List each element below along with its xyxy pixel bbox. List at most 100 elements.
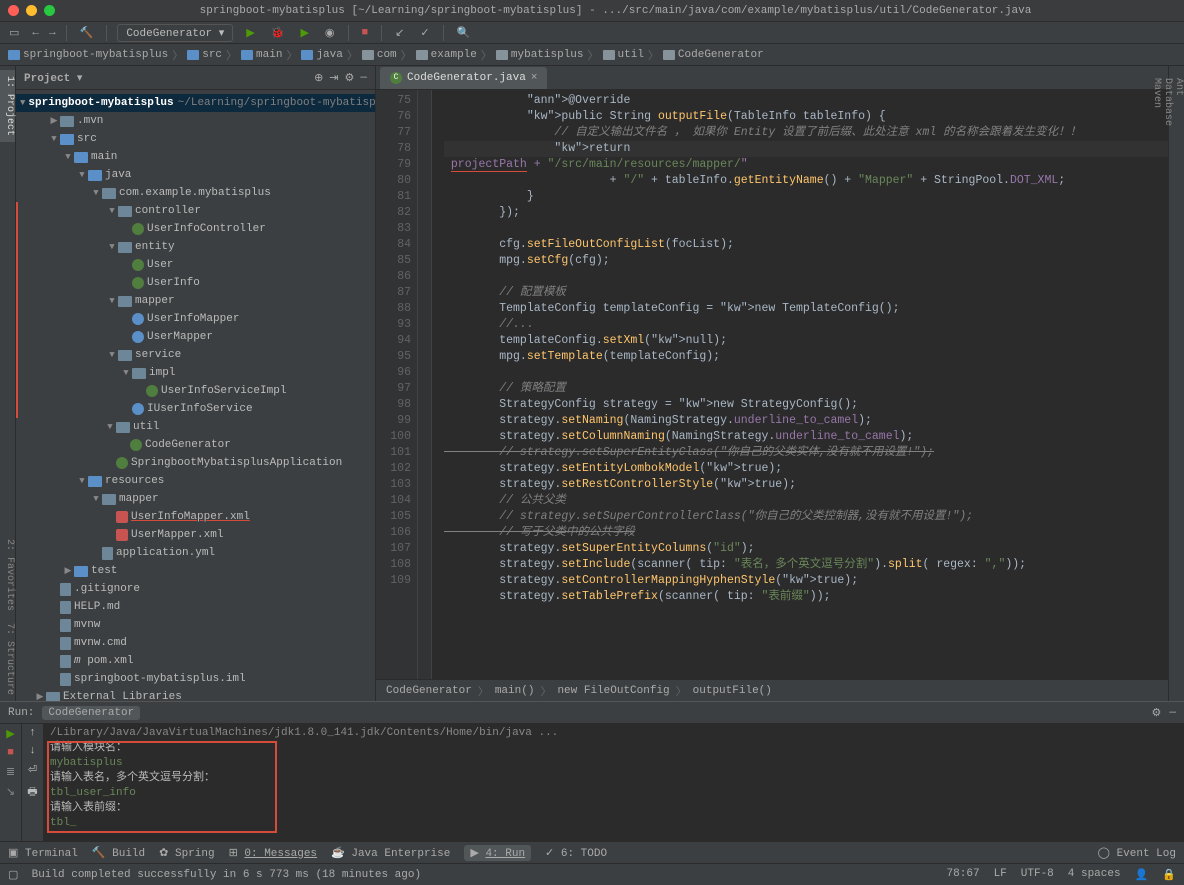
tree-item[interactable]: User <box>16 256 375 274</box>
debug-icon[interactable]: 🐞 <box>268 26 288 40</box>
dump-icon[interactable]: ≣ <box>6 765 15 779</box>
tab-build[interactable]: 🔨 Build <box>92 846 145 860</box>
window-controls[interactable] <box>8 5 55 16</box>
wrap-icon[interactable]: ⏎ <box>28 763 37 777</box>
tree-item[interactable]: mvnw <box>16 616 375 634</box>
crumb-item[interactable]: main() <box>495 685 535 697</box>
breadcrumb-item[interactable]: springboot-mybatisplus <box>8 49 168 61</box>
tree-root[interactable]: ▼springboot-mybatisplus~/Learning/spring… <box>16 94 375 112</box>
tab-database[interactable]: Database <box>1162 72 1173 701</box>
tree-item[interactable]: ▼mapper <box>16 490 375 508</box>
encoding[interactable]: UTF-8 <box>1021 868 1054 882</box>
crumb-item[interactable]: outputFile() <box>693 685 772 697</box>
line-gutter[interactable]: 7576777879808182838485868788939495969798… <box>376 90 418 679</box>
breadcrumb-item[interactable]: example <box>416 49 477 61</box>
profile-icon[interactable]: ◉ <box>322 26 338 40</box>
tree-item[interactable]: ▶.mvn <box>16 112 375 130</box>
tree-item[interactable]: ▼util <box>16 418 375 436</box>
tree-item[interactable]: ▼main <box>16 148 375 166</box>
tree-item[interactable]: UserInfoServiceImpl <box>16 382 375 400</box>
project-tree[interactable]: ▼springboot-mybatisplus~/Learning/spring… <box>16 90 375 701</box>
tree-item[interactable]: ▼java <box>16 166 375 184</box>
code-editor[interactable]: 7576777879808182838485868788939495969798… <box>376 90 1168 679</box>
breadcrumb-item[interactable]: mybatisplus <box>496 49 584 61</box>
coverage-icon[interactable]: ▶ <box>297 26 311 40</box>
breadcrumb-item[interactable]: java <box>301 49 342 61</box>
stop-icon[interactable]: ■ <box>359 27 372 39</box>
gear-icon[interactable]: ⚙ <box>1152 706 1162 720</box>
tree-item[interactable]: UserInfoMapper <box>16 310 375 328</box>
nav-fwd-icon[interactable]: → <box>49 27 56 39</box>
run-icon[interactable]: ▶ <box>243 26 257 40</box>
tree-item[interactable]: ▼resources <box>16 472 375 490</box>
zoom-icon[interactable] <box>44 5 55 16</box>
view-select[interactable]: Project ▾ <box>24 71 82 85</box>
close-icon[interactable] <box>8 5 19 16</box>
tree-item[interactable]: .gitignore <box>16 580 375 598</box>
rerun-icon[interactable]: ▶ <box>6 727 14 741</box>
collapse-icon[interactable]: ⇥ <box>329 71 338 85</box>
tree-item[interactable]: ▶External Libraries <box>16 688 375 701</box>
tree-item[interactable]: mvnw.cmd <box>16 634 375 652</box>
tree-item[interactable]: ▼impl <box>16 364 375 382</box>
event-log[interactable]: ◯ Event Log <box>1098 846 1176 860</box>
indent[interactable]: 4 spaces <box>1068 868 1121 882</box>
lock-icon[interactable]: 🔒 <box>1162 868 1176 882</box>
tree-item[interactable]: ▼com.example.mybatisplus <box>16 184 375 202</box>
breadcrumb-item[interactable]: CodeGenerator <box>663 49 764 61</box>
code-content[interactable]: "ann">@Override "kw">public String outpu… <box>432 90 1168 679</box>
tab-terminal[interactable]: ▣ Terminal <box>8 846 78 860</box>
tab-spring[interactable]: ✿ Spring <box>159 846 214 860</box>
tree-item[interactable]: ▼src <box>16 130 375 148</box>
locate-icon[interactable]: ⊕ <box>314 71 323 85</box>
tab-todo[interactable]: ✓ 6: TODO <box>545 846 607 860</box>
tree-item[interactable]: ▼mapper <box>16 292 375 310</box>
run-config-select[interactable]: CodeGenerator ▾ <box>117 24 233 42</box>
nav-back-icon[interactable]: ← <box>32 27 39 39</box>
console-output[interactable]: /Library/Java/JavaVirtualMachines/jdk1.8… <box>44 724 1184 841</box>
editor-breadcrumb[interactable]: CodeGenerator〉main()〉new FileOutConfig〉o… <box>376 679 1168 701</box>
tab-structure[interactable]: 7: Structure <box>0 617 15 701</box>
tree-item[interactable]: ▼controller <box>16 202 375 220</box>
tab-run[interactable]: ▶ 4: Run <box>464 845 531 861</box>
tree-item[interactable]: UserInfoMapper.xml <box>16 508 375 526</box>
tree-item[interactable]: SpringbootMybatisplusApplication <box>16 454 375 472</box>
editor-tab[interactable]: C CodeGenerator.java × <box>380 67 547 89</box>
navigation-breadcrumb[interactable]: springboot-mybatisplus〉src〉main〉java〉com… <box>0 44 1184 66</box>
up-icon[interactable]: ↑ <box>29 727 36 739</box>
breadcrumb-item[interactable]: src <box>187 49 222 61</box>
tree-item[interactable]: CodeGenerator <box>16 436 375 454</box>
tab-favorites[interactable]: 2: Favorites <box>0 533 15 617</box>
inspect-icon[interactable]: 👤 <box>1135 868 1149 882</box>
tree-item[interactable]: UserMapper <box>16 328 375 346</box>
tree-item[interactable]: UserMapper.xml <box>16 526 375 544</box>
print-icon[interactable]: 🖶 <box>27 783 37 802</box>
tree-item[interactable]: m pom.xml <box>16 652 375 670</box>
hide-icon[interactable]: — <box>360 72 367 84</box>
tree-item[interactable]: UserInfo <box>16 274 375 292</box>
stop-icon[interactable]: ■ <box>7 747 14 759</box>
tree-item[interactable]: springboot-mybatisplus.iml <box>16 670 375 688</box>
line-ending[interactable]: LF <box>994 868 1007 882</box>
tree-item[interactable]: ▼entity <box>16 238 375 256</box>
minimize-icon[interactable] <box>26 5 37 16</box>
close-tab-icon[interactable]: × <box>531 72 538 84</box>
crumb-item[interactable]: new FileOutConfig <box>557 685 669 697</box>
tree-item[interactable]: UserInfoController <box>16 220 375 238</box>
tab-java-ee[interactable]: ☕ Java Enterprise <box>331 846 450 860</box>
tree-item[interactable]: application.yml <box>16 544 375 562</box>
caret-position[interactable]: 78:67 <box>947 868 980 882</box>
breadcrumb-item[interactable]: main <box>241 49 282 61</box>
tree-item[interactable]: IUserInfoService <box>16 400 375 418</box>
tree-item[interactable]: ▼service <box>16 346 375 364</box>
crumb-item[interactable]: CodeGenerator <box>386 685 472 697</box>
vcs-update-icon[interactable]: ↙ <box>392 26 407 40</box>
tree-item[interactable]: ▶test <box>16 562 375 580</box>
tab-messages[interactable]: ⊞ 0: Messages <box>229 846 317 860</box>
breadcrumb-item[interactable]: com <box>362 49 397 61</box>
tab-ant[interactable]: Ant <box>1173 72 1184 701</box>
gear-icon[interactable]: ⚙ <box>345 71 355 85</box>
hide-icon[interactable]: — <box>1169 707 1176 719</box>
search-icon[interactable]: 🔍 <box>454 26 474 40</box>
tab-project[interactable]: 1: Project <box>0 70 15 142</box>
